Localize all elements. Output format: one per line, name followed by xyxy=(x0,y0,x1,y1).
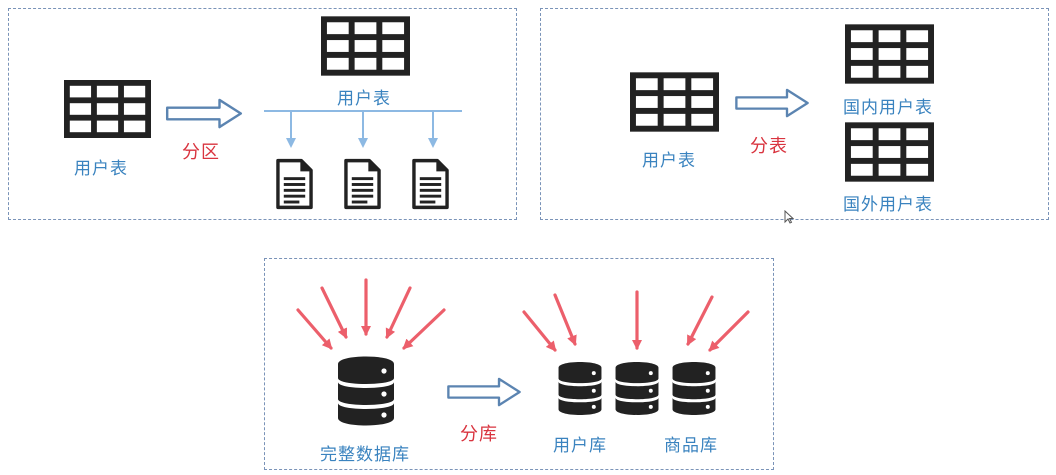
product-db-label: 商品库 xyxy=(664,436,718,456)
request-arrow-icon xyxy=(686,295,714,346)
database-icon xyxy=(336,355,396,427)
request-arrow-icon xyxy=(320,286,348,339)
user-db-label: 用户库 xyxy=(553,436,607,456)
full-database-label: 完整数据库 xyxy=(320,445,410,465)
database-icon xyxy=(557,357,603,420)
db-split-action-label: 分库 xyxy=(460,424,498,445)
request-arrow-icon xyxy=(553,293,577,346)
database-icon xyxy=(614,357,660,420)
request-arrow-icon xyxy=(402,308,446,350)
request-arrows xyxy=(296,278,750,352)
request-arrow-icon xyxy=(296,308,333,350)
hollow-right-arrow-icon xyxy=(446,377,522,407)
request-arrow-icon xyxy=(522,310,557,352)
request-arrow-icon xyxy=(385,286,412,339)
request-arrow-icon xyxy=(708,310,750,352)
database-icon xyxy=(671,357,717,420)
